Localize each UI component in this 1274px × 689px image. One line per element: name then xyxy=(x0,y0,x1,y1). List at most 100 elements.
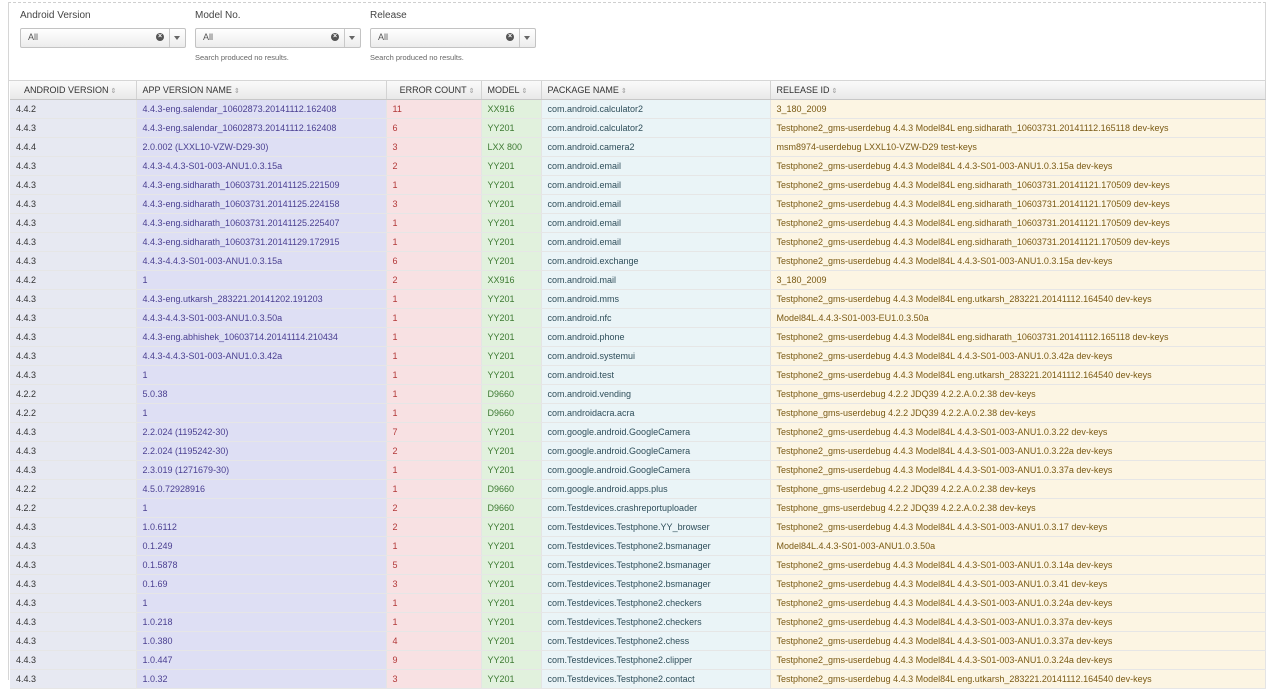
cell-error-count: 6 xyxy=(386,251,482,271)
cell-package-name: com.android.phone xyxy=(541,327,771,347)
cell-app-version-name: 0.1.5878 xyxy=(136,555,387,575)
column-header-android-version[interactable]: ANDROID VERSION ⇕ xyxy=(10,81,137,100)
table-row[interactable]: 4.2.2 5.0.38 1 D9660 com.android.vending Test… xyxy=(10,384,1266,404)
cell-app-version-name: 4.4.3-4.4.3-S01-003-ANU1.0.3.50a xyxy=(136,308,387,328)
cell-app-version-name: 4.5.0.72928916 xyxy=(136,479,387,499)
cell-model: YY201 xyxy=(481,232,542,252)
table-row[interactable]: 4.4.3 4.4.3-eng.sidharath_10603731.201411… xyxy=(10,232,1266,252)
cell-app-version-name: 4.4.3-4.4.3-S01-003-ANU1.0.3.15a xyxy=(136,251,387,271)
table-row[interactable]: 4.4.3 2.2.024 (1195242-30) 7 YY201 com.googl… xyxy=(10,422,1266,442)
cell-android-version: 4.4.3 xyxy=(10,346,137,366)
table-row[interactable]: 4.4.3 4.4.3-eng.sidharath_10603731.201411… xyxy=(10,175,1266,195)
table-row[interactable]: 4.4.3 4.4.3-eng.abhishek_10603714.2014111… xyxy=(10,327,1266,347)
clear-icon[interactable]: × xyxy=(331,33,339,41)
cell-package-name: com.android.email xyxy=(541,175,771,195)
table-row[interactable]: 4.2.2 1 1 D9660 com.androidacra.acra Testphon… xyxy=(10,403,1266,423)
cell-model: YY201 xyxy=(481,650,542,670)
cell-android-version: 4.4.3 xyxy=(10,441,137,461)
cell-android-version: 4.4.3 xyxy=(10,156,137,176)
sort-icon: ⇕ xyxy=(468,88,475,95)
cell-error-count: 3 xyxy=(386,574,482,594)
cell-package-name: com.Testdevices.Testphone2.bsmanager xyxy=(541,555,771,575)
table-row[interactable]: 4.4.3 1 1 YY201 com.Testdevices.Testphone2.c… xyxy=(10,593,1266,613)
table-row[interactable]: 4.4.3 4.4.3-4.4.3-S01-003-ANU1.0.3.42a 1 YY… xyxy=(10,346,1266,366)
cell-release-id: Testphone2_gms-userdebug 4.4.3 Model84L … xyxy=(770,327,1266,347)
table-row[interactable]: 4.4.3 2.3.019 (1271679-30) 1 YY201 com.googl… xyxy=(10,460,1266,480)
cell-release-id: Testphone2_gms-userdebug 4.4.3 Model84L … xyxy=(770,669,1266,689)
sort-icon: ⇕ xyxy=(110,88,117,95)
table-row[interactable]: 4.4.3 1.0.447 9 YY201 com.Testdevices.Testph… xyxy=(10,650,1266,670)
cell-package-name: com.Testdevices.crashreportuploader xyxy=(541,498,771,518)
clear-icon[interactable]: × xyxy=(156,33,164,41)
table-row[interactable]: 4.4.3 2.2.024 (1195242-30) 2 YY201 com.googl… xyxy=(10,441,1266,461)
cell-app-version-name: 1.0.447 xyxy=(136,650,387,670)
column-header-release-id[interactable]: RELEASE ID ⇕ xyxy=(770,81,1266,100)
model-no-select[interactable]: All × xyxy=(195,28,361,48)
cell-error-count: 1 xyxy=(386,213,482,233)
cell-android-version: 4.4.3 xyxy=(10,251,137,271)
table-row[interactable]: 4.4.3 0.1.5878 5 YY201 com.Testdevices.Testp… xyxy=(10,555,1266,575)
cell-error-count: 2 xyxy=(386,441,482,461)
table-row[interactable]: 4.4.2 4.4.3-eng.salendar_10602873.2014111… xyxy=(10,99,1266,119)
table-row[interactable]: 4.4.3 4.4.3-4.4.3-S01-003-ANU1.0.3.15a 6 YY… xyxy=(10,251,1266,271)
cell-package-name: com.Testdevices.Testphone2.checkers xyxy=(541,593,771,613)
cell-model: XX916 xyxy=(481,270,542,290)
cell-model: YY201 xyxy=(481,593,542,613)
table-body: 4.4.2 4.4.3-eng.salendar_10602873.2014111… xyxy=(10,99,1266,689)
android-version-select[interactable]: All × xyxy=(20,28,186,48)
table-row[interactable]: 4.4.3 1.0.218 1 YY201 com.Testdevices.Testph… xyxy=(10,612,1266,632)
cell-android-version: 4.4.3 xyxy=(10,612,137,632)
table-row[interactable]: 4.4.2 1 2 XX916 com.android.mail 3_180_2009 xyxy=(10,270,1266,290)
column-header-error-count[interactable]: ERROR COUNT ⇕ xyxy=(386,81,482,100)
chevron-down-icon xyxy=(174,36,180,40)
table-row[interactable]: 4.4.3 4.4.3-eng.sidharath_10603731.201411… xyxy=(10,194,1266,214)
column-header-label: ERROR COUNT xyxy=(399,85,467,95)
cell-error-count: 9 xyxy=(386,650,482,670)
cell-package-name: com.android.calculator2 xyxy=(541,118,771,138)
cell-model: YY201 xyxy=(481,536,542,556)
table-row[interactable]: 4.4.3 1.0.6112 2 YY201 com.Testdevices.Testp… xyxy=(10,517,1266,537)
table-row[interactable]: 4.4.3 0.1.249 1 YY201 com.Testdevices.Testph… xyxy=(10,536,1266,556)
cell-error-count: 1 xyxy=(386,460,482,480)
cell-release-id: Model84L.4.4.3-S01-003-ANU1.0.3.50a xyxy=(770,536,1266,556)
cell-package-name: com.Testdevices.Testphone2.bsmanager xyxy=(541,536,771,556)
no-results-message: Search produced no results. xyxy=(195,53,289,62)
table-row[interactable]: 4.4.3 1.0.380 4 YY201 com.Testdevices.Testph… xyxy=(10,631,1266,651)
cell-error-count: 2 xyxy=(386,270,482,290)
table-row[interactable]: 4.4.3 0.1.69 3 YY201 com.Testdevices.Testpho… xyxy=(10,574,1266,594)
table-row[interactable]: 4.4.3 4.4.3-4.4.3-S01-003-ANU1.0.3.50a 1 YY… xyxy=(10,308,1266,328)
column-header-app-version-name[interactable]: APP VERSION NAME ⇕ xyxy=(136,81,387,100)
cell-model: LXX 800 xyxy=(481,137,542,157)
cell-android-version: 4.4.3 xyxy=(10,213,137,233)
cell-package-name: com.android.test xyxy=(541,365,771,385)
dropdown-toggle[interactable] xyxy=(169,29,185,47)
table-row[interactable]: 4.4.3 4.4.3-eng.utkarsh_283221.20141202.1… xyxy=(10,289,1266,309)
table-row[interactable]: 4.2.2 1 2 D9660 com.Testdevices.crashreportu… xyxy=(10,498,1266,518)
cell-release-id: Testphone2_gms-userdebug 4.4.3 Model84L … xyxy=(770,631,1266,651)
column-header-package-name[interactable]: PACKAGE NAME ⇕ xyxy=(541,81,771,100)
cell-app-version-name: 1 xyxy=(136,498,387,518)
release-select[interactable]: All × xyxy=(370,28,536,48)
dropdown-toggle[interactable] xyxy=(519,29,535,47)
column-header-label: ANDROID VERSION xyxy=(24,85,109,95)
cell-error-count: 7 xyxy=(386,422,482,442)
table-row[interactable]: 4.4.3 1 1 YY201 com.android.test Testphone2_g… xyxy=(10,365,1266,385)
panel-top-border xyxy=(8,2,1266,3)
table-row[interactable]: 4.4.3 4.4.3-eng.salendar_10602873.2014111… xyxy=(10,118,1266,138)
cell-app-version-name: 4.4.3-eng.sidharath_10603731.20141125.22… xyxy=(136,213,387,233)
dropdown-toggle[interactable] xyxy=(344,29,360,47)
cell-release-id: Testphone2_gms-userdebug 4.4.3 Model84L … xyxy=(770,555,1266,575)
table-row[interactable]: 4.2.2 4.5.0.72928916 1 D9660 com.google.andr… xyxy=(10,479,1266,499)
clear-icon[interactable]: × xyxy=(506,33,514,41)
cell-model: YY201 xyxy=(481,555,542,575)
table-row[interactable]: 4.4.3 4.4.3-eng.sidharath_10603731.201411… xyxy=(10,213,1266,233)
table-row[interactable]: 4.4.3 4.4.3-4.4.3-S01-003-ANU1.0.3.15a 2 YY… xyxy=(10,156,1266,176)
column-header-model[interactable]: MODEL ⇕ xyxy=(481,81,542,100)
cell-error-count: 3 xyxy=(386,194,482,214)
cell-model: YY201 xyxy=(481,175,542,195)
table-row[interactable]: 4.4.3 1.0.32 3 YY201 com.Testdevices.Testpho… xyxy=(10,669,1266,689)
cell-error-count: 1 xyxy=(386,384,482,404)
cell-model: D9660 xyxy=(481,479,542,499)
cell-app-version-name: 1 xyxy=(136,403,387,423)
table-row[interactable]: 4.4.4 2.0.002 (LXXL10-VZW-D29-30) 3 LXX 800… xyxy=(10,137,1266,157)
